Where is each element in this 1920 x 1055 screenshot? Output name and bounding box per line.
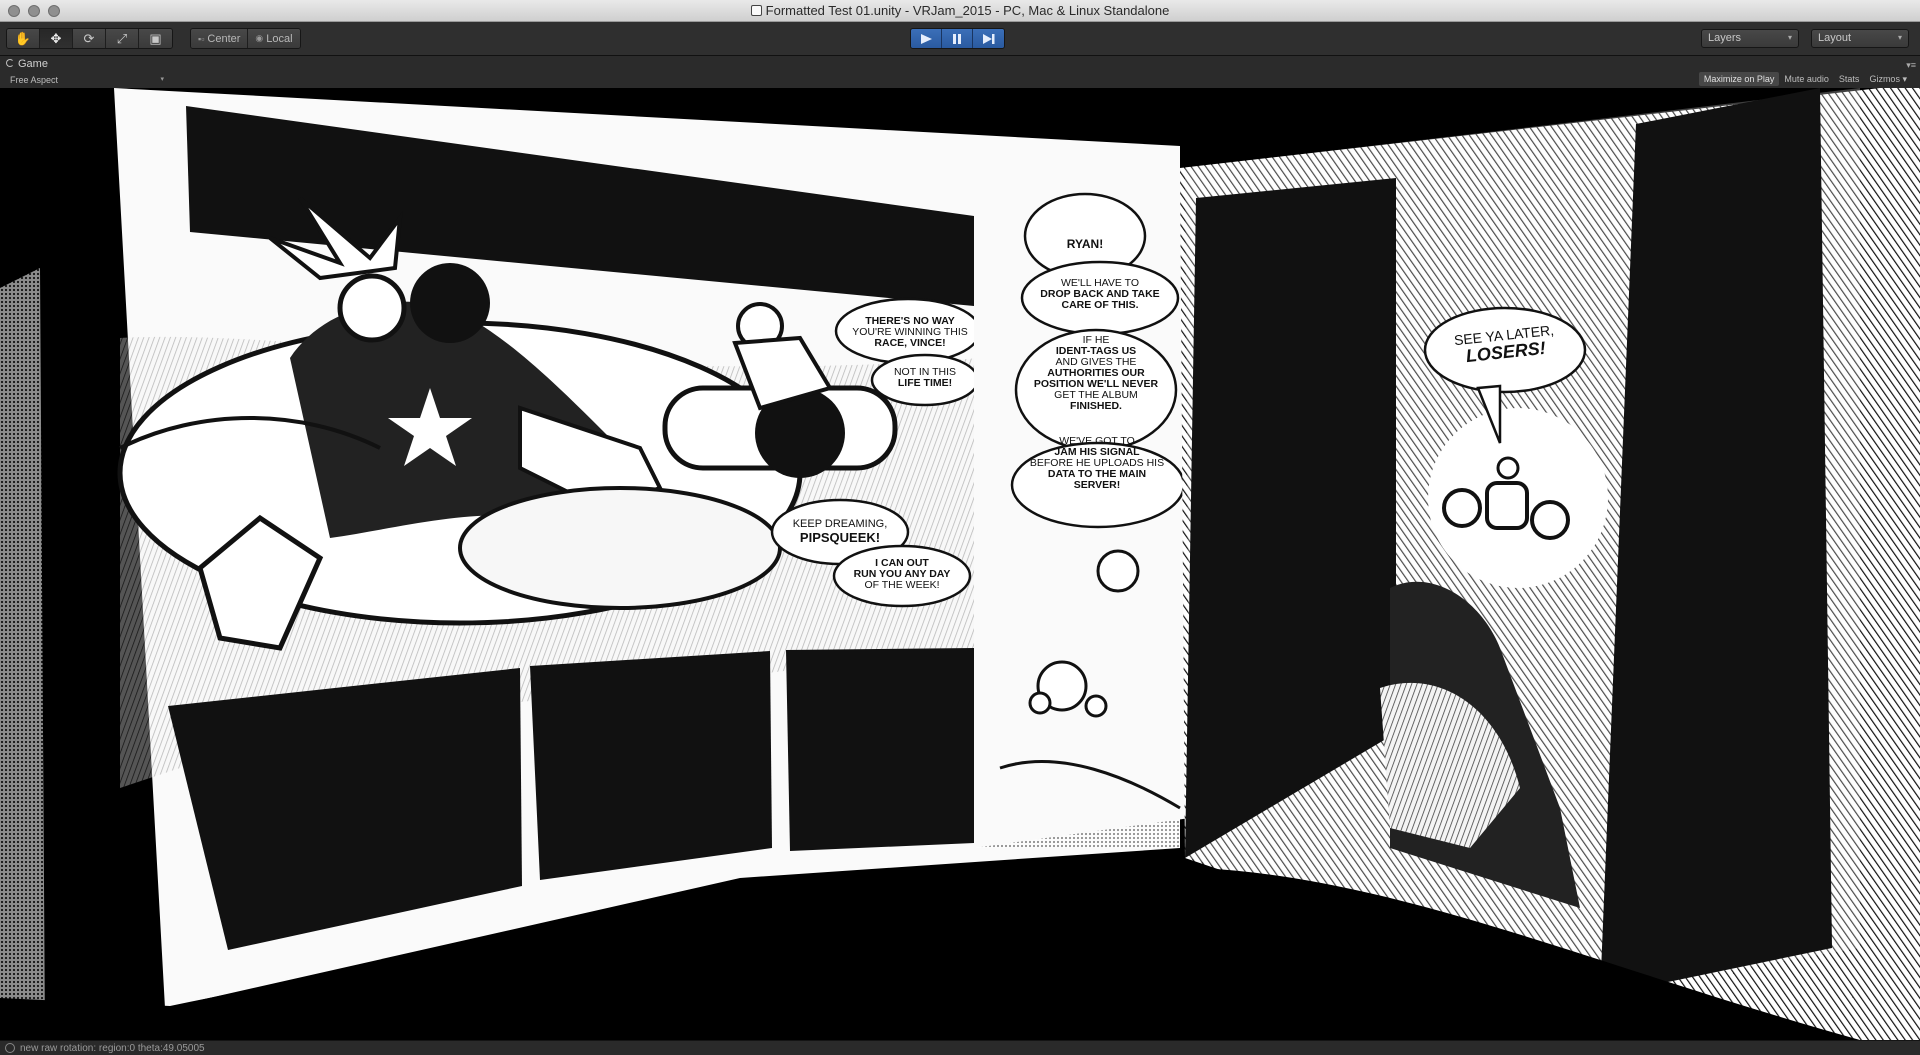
stats-toggle[interactable]: Stats bbox=[1834, 72, 1865, 86]
bubble-race-line-3: RACE, VINCE! bbox=[874, 337, 946, 350]
right-black-panel bbox=[1600, 88, 1832, 996]
pivot-center-label: Center bbox=[207, 32, 241, 45]
main-toolbar: ✋ ✥ ⟳ ⤢ ▣ ▪▫ Center ◉ Local Layers ▾ Layout… bbox=[0, 22, 1920, 56]
unity-document-icon bbox=[750, 5, 762, 16]
scale-tool-icon: ⤢ bbox=[116, 30, 128, 46]
status-message[interactable]: new raw rotation: region:0 theta:49.0500… bbox=[20, 1043, 205, 1054]
aspect-dropdown[interactable]: Free Aspect ▾ bbox=[10, 75, 164, 87]
bubble-lifetime-line-2: LIFE TIME! bbox=[897, 377, 953, 390]
middle-comic-page bbox=[974, 168, 1190, 848]
pause-icon bbox=[953, 33, 961, 44]
info-icon bbox=[5, 1043, 15, 1053]
pause-button[interactable] bbox=[942, 29, 973, 48]
mute-audio-toggle[interactable]: Mute audio bbox=[1779, 72, 1834, 86]
game-tab-label: Game bbox=[18, 58, 48, 70]
rect-tool-button[interactable]: ▣ bbox=[139, 29, 172, 48]
game-tab[interactable]: Game bbox=[6, 58, 48, 74]
rotate-tool-button[interactable]: ⟳ bbox=[73, 29, 106, 48]
bubble-authorities-line-7: FINISHED. bbox=[1070, 400, 1122, 413]
scale-tool-button[interactable]: ⤢ bbox=[106, 29, 139, 48]
pivot-local-label: Local bbox=[266, 32, 293, 45]
gizmos-caret-icon: ▾ bbox=[1902, 74, 1907, 84]
bubble-dreaming-text: KEEP DREAMING, PIPSQUEEK! bbox=[776, 518, 904, 545]
step-button[interactable] bbox=[973, 29, 1004, 48]
playback-controls bbox=[910, 28, 1005, 49]
bubble-lifetime-text: NOT IN THIS LIFE TIME! bbox=[872, 366, 978, 390]
layout-caret-icon: ▾ bbox=[1897, 33, 1902, 42]
bubble-authorities-text: IF HE IDENT-TAGS US AND GIVES THE AUTHOR… bbox=[1020, 334, 1172, 413]
layers-dropdown[interactable]: Layers ▾ bbox=[1701, 29, 1799, 48]
hand-tool-button[interactable]: ✋ bbox=[7, 29, 40, 48]
play-icon bbox=[921, 33, 932, 44]
bubble-race-text: THERE'S NO WAY YOU'RE WINNING THIS RACE,… bbox=[840, 315, 980, 350]
window-title-bar: Formatted Test 01.unity - VRJam_2015 - P… bbox=[0, 0, 1920, 22]
game-view-options: Maximize on Play Mute audio Stats Gizmos… bbox=[1698, 72, 1912, 86]
gizmos-label: Gizmos bbox=[1869, 74, 1900, 84]
bubble-jam-text: WE'VE GOT TO JAM HIS SIGNAL BEFORE HE UP… bbox=[1014, 435, 1180, 492]
window-title: Formatted Test 01.unity - VRJam_2015 - P… bbox=[0, 3, 1920, 18]
bubble-drop-text: WE'LL HAVE TO DROP BACK AND TAKE CARE OF… bbox=[1024, 277, 1176, 312]
layout-dropdown[interactable]: Layout ▾ bbox=[1811, 29, 1909, 48]
layers-dropdown-label: Layers bbox=[1708, 32, 1742, 44]
pivot-toggles: ▪▫ Center ◉ Local bbox=[190, 28, 301, 49]
bubble-outrun-line-3: OF THE WEEK! bbox=[864, 579, 940, 592]
bubble-jam-line-5: SERVER! bbox=[1073, 479, 1121, 492]
gizmos-dropdown[interactable]: Gizmos ▾ bbox=[1864, 72, 1912, 86]
rect-tool-icon: ▣ bbox=[149, 30, 162, 46]
bubble-outrun-text: I CAN OUT RUN YOU ANY DAY OF THE WEEK! bbox=[836, 557, 968, 592]
status-bar: new raw rotation: region:0 theta:49.0500… bbox=[0, 1040, 1920, 1055]
layout-dropdown-label: Layout bbox=[1818, 32, 1852, 44]
bubble-dreaming-line-1: KEEP DREAMING, bbox=[792, 518, 888, 530]
game-tab-icon bbox=[6, 59, 14, 67]
left-page-edge bbox=[0, 268, 45, 1040]
play-button[interactable] bbox=[911, 29, 942, 48]
panel-menu-icon[interactable]: ▾≡ bbox=[1906, 60, 1916, 71]
bubble-drop-line-3: CARE OF THIS. bbox=[1061, 299, 1139, 312]
step-icon bbox=[982, 33, 994, 44]
transform-tools: ✋ ✥ ⟳ ⤢ ▣ bbox=[6, 28, 173, 49]
game-viewport[interactable]: THERE'S NO WAY YOU'RE WINNING THIS RACE,… bbox=[0, 88, 1920, 1040]
pivot-center-button[interactable]: ▪▫ Center bbox=[191, 29, 249, 48]
move-tool-icon: ✥ bbox=[50, 30, 62, 46]
pivot-local-button[interactable]: ◉ Local bbox=[248, 29, 300, 48]
bottom-panel-3 bbox=[786, 648, 974, 851]
rotate-tool-icon: ⟳ bbox=[83, 30, 95, 46]
game-view-header: Game ▾≡ Free Aspect ▾ Maximize on Play Mu… bbox=[0, 56, 1920, 88]
bottom-panel-2 bbox=[530, 651, 772, 880]
aspect-caret-icon: ▾ bbox=[160, 76, 164, 83]
pivot-local-icon: ◉ bbox=[255, 33, 264, 43]
move-tool-button[interactable]: ✥ bbox=[40, 29, 73, 48]
hand-tool-icon: ✋ bbox=[14, 30, 32, 46]
aspect-dropdown-label: Free Aspect bbox=[10, 75, 59, 85]
bubble-dreaming-line-2: PIPSQUEEK! bbox=[799, 529, 881, 545]
bubble-ryan-text: RYAN! bbox=[1066, 237, 1104, 251]
maximize-on-play-toggle[interactable]: Maximize on Play bbox=[1698, 72, 1780, 86]
pivot-center-icon: ▪▫ bbox=[198, 33, 205, 44]
layers-caret-icon: ▾ bbox=[1787, 33, 1792, 42]
window-title-text: Formatted Test 01.unity - VRJam_2015 - P… bbox=[765, 3, 1170, 18]
